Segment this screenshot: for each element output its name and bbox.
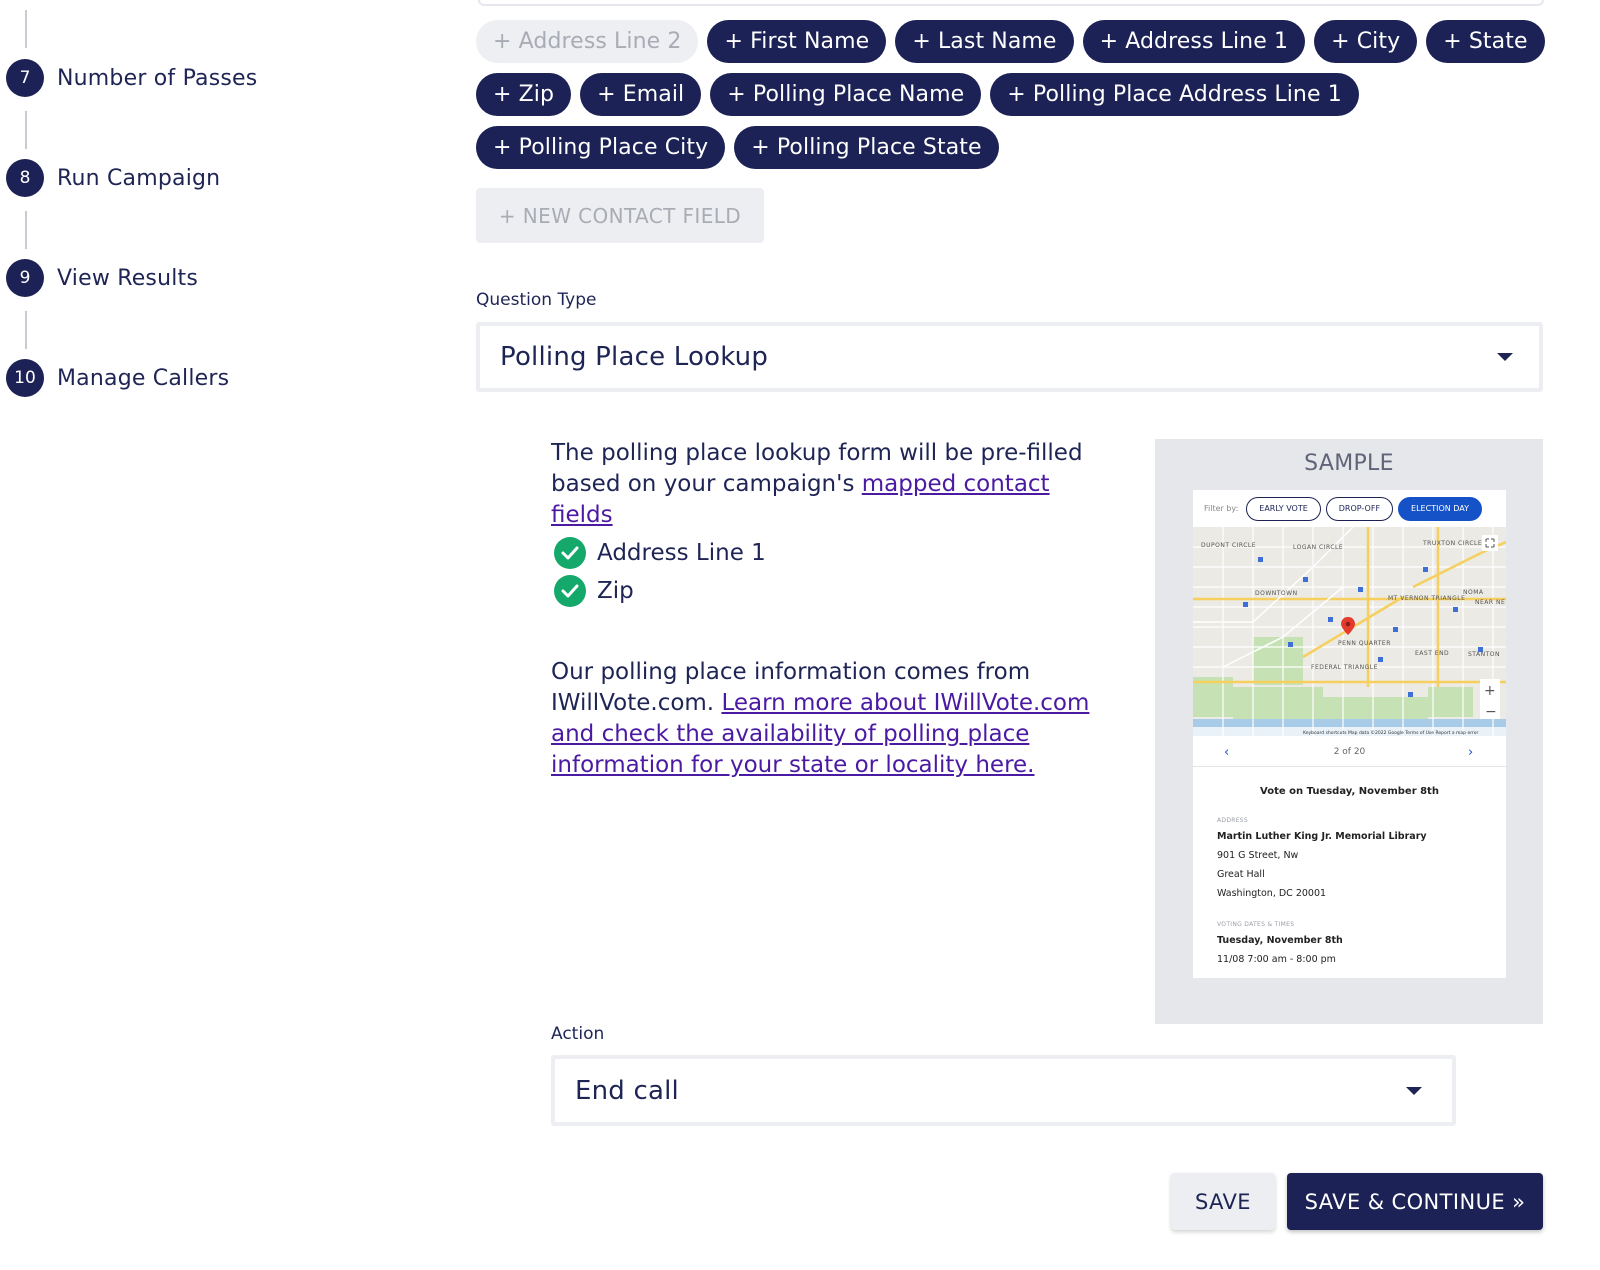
- map-footer: Keyboard shortcuts Map data ©2022 Google…: [1303, 729, 1478, 736]
- data-source-description: Our polling place information comes from…: [551, 657, 1091, 781]
- chip-zip[interactable]: + Zip: [476, 73, 572, 116]
- address-line: Washington, DC 20001: [1217, 888, 1327, 899]
- polling-lookup-info: The polling place lookup form will be pr…: [551, 438, 1091, 781]
- address-heading: ADDRESS: [1217, 817, 1249, 824]
- map-image: DUPONT CIRCLE LOGAN CIRCLE TRUXTON CIRCL…: [1193, 527, 1506, 736]
- step-number: 9: [6, 259, 44, 297]
- action-label: Action: [551, 1024, 605, 1044]
- filter-drop-off[interactable]: DROP-OFF: [1325, 496, 1394, 521]
- new-contact-field-button[interactable]: + NEW CONTACT FIELD: [476, 188, 764, 243]
- address-line: Martin Luther King Jr. Memorial Library: [1217, 831, 1427, 842]
- step-number-of-passes[interactable]: 7 Number of Passes: [6, 59, 257, 97]
- previous-field-edge: [478, 0, 1544, 6]
- map-label: TRUXTON CIRCLE: [1422, 540, 1482, 547]
- sample-panel: SAMPLE Filter by: EARLY VOTE DROP-OFF EL…: [1155, 439, 1543, 1024]
- check-circle-icon: [554, 575, 586, 607]
- question-type-label: Question Type: [476, 290, 597, 310]
- step-label: Number of Passes: [57, 65, 258, 91]
- step-number: 8: [6, 159, 44, 197]
- step-number: 7: [6, 59, 44, 97]
- question-type-select[interactable]: Polling Place Lookup: [476, 322, 1543, 392]
- chip-city[interactable]: + City: [1314, 20, 1418, 63]
- checked-field-zip: Zip: [551, 575, 1091, 607]
- vote-on-heading: Vote on Tuesday, November 8th: [1260, 786, 1439, 797]
- chip-last-name[interactable]: + Last Name: [895, 20, 1074, 63]
- step-label: Manage Callers: [57, 365, 230, 391]
- chip-email[interactable]: + Email: [580, 73, 702, 116]
- chevron-down-icon: [1406, 1086, 1422, 1095]
- chip-first-name[interactable]: + First Name: [707, 20, 887, 63]
- checked-field-label: Zip: [597, 577, 634, 604]
- step-number: 10: [6, 359, 44, 397]
- pager-text: 2 of 20: [1333, 747, 1366, 757]
- voting-date: Tuesday, November 8th: [1217, 935, 1343, 946]
- divider: [1193, 766, 1506, 767]
- step-run-campaign[interactable]: 8 Run Campaign: [6, 159, 220, 197]
- step-connector: [25, 311, 27, 349]
- chevron-left-icon[interactable]: ‹: [1224, 745, 1229, 760]
- filter-election-day[interactable]: ELECTION DAY: [1398, 496, 1483, 521]
- step-manage-callers[interactable]: 10 Manage Callers: [6, 359, 229, 397]
- filter-by-label: Filter by:: [1204, 504, 1239, 513]
- map-label: FEDERAL TRIANGLE: [1311, 664, 1378, 671]
- chip-polling-place-city[interactable]: + Polling Place City: [476, 126, 726, 169]
- step-label: Run Campaign: [57, 165, 221, 191]
- chip-polling-place-address-line-1[interactable]: + Polling Place Address Line 1: [990, 73, 1359, 116]
- question-type-value: Polling Place Lookup: [500, 342, 769, 372]
- map-label: DOWNTOWN: [1255, 590, 1298, 597]
- chip-polling-place-name[interactable]: + Polling Place Name: [710, 73, 982, 116]
- svg-text:−: −: [1485, 704, 1497, 720]
- map-label: MT VERNON TRIANGLE: [1388, 595, 1465, 602]
- chip-address-line-2: + Address Line 2: [476, 20, 699, 63]
- sample-card: Filter by: EARLY VOTE DROP-OFF ELECTION …: [1193, 490, 1506, 978]
- result-pager: ‹ 2 of 20 ›: [1193, 742, 1506, 762]
- chip-polling-place-state[interactable]: + Polling Place State: [734, 126, 999, 169]
- address-line: Great Hall: [1217, 869, 1265, 880]
- prefill-description: The polling place lookup form will be pr…: [551, 438, 1091, 531]
- map-label: STANTON: [1468, 651, 1500, 658]
- action-value: End call: [575, 1075, 679, 1106]
- step-view-results[interactable]: 9 View Results: [6, 259, 198, 297]
- map-label: EAST END: [1415, 650, 1449, 657]
- step-label: View Results: [57, 265, 199, 291]
- map-label: NOMA: [1463, 589, 1484, 596]
- save-button[interactable]: SAVE: [1171, 1173, 1275, 1230]
- filter-early-vote[interactable]: EARLY VOTE: [1246, 496, 1321, 521]
- chevron-down-icon: [1497, 353, 1513, 361]
- step-connector: [25, 211, 27, 249]
- map-label: NEAR NE: [1475, 599, 1505, 606]
- svg-text:+: +: [1484, 683, 1496, 699]
- dates-heading: VOTING DATES & TIMES: [1217, 921, 1295, 928]
- chevron-right-icon[interactable]: ›: [1468, 745, 1473, 760]
- save-and-continue-button[interactable]: SAVE & CONTINUE »: [1287, 1173, 1543, 1230]
- chip-state[interactable]: + State: [1426, 20, 1545, 63]
- step-connector: [25, 111, 27, 149]
- voting-time: 11/08 7:00 am - 8:00 pm: [1217, 954, 1336, 965]
- action-select[interactable]: End call: [551, 1055, 1456, 1126]
- map-label: DUPONT CIRCLE: [1201, 542, 1256, 549]
- address-line: 901 G Street, Nw: [1217, 850, 1299, 861]
- map-label: LOGAN CIRCLE: [1293, 544, 1343, 551]
- contact-field-chips: + Address Line 2 + First Name + Last Nam…: [476, 20, 1546, 179]
- filter-bar: Filter by: EARLY VOTE DROP-OFF ELECTION …: [1193, 496, 1506, 521]
- map-label: PENN QUARTER: [1338, 640, 1391, 647]
- step-connector: [25, 10, 27, 48]
- chip-address-line-1[interactable]: + Address Line 1: [1082, 20, 1306, 63]
- sample-title: SAMPLE: [1304, 451, 1394, 476]
- sample-map: DUPONT CIRCLE LOGAN CIRCLE TRUXTON CIRCL…: [1193, 527, 1506, 736]
- checked-field-label: Address Line 1: [597, 539, 766, 566]
- checked-field-address-line-1: Address Line 1: [551, 537, 1091, 569]
- check-circle-icon: [554, 537, 586, 569]
